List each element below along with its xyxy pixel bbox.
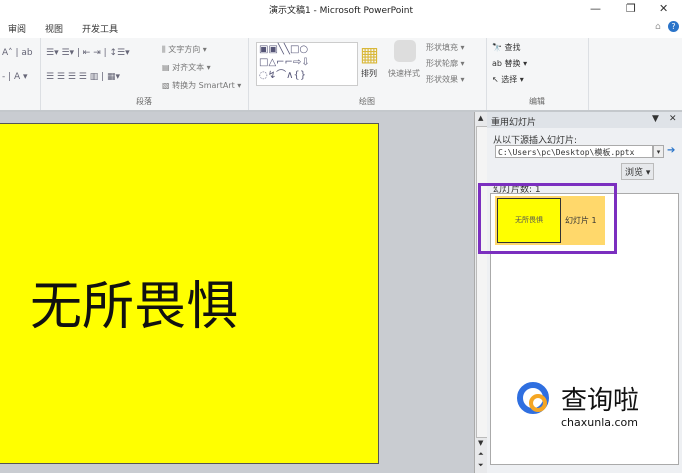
ribbon: A˄ | ab - | A ▾ ☰▾ ☰▾ | ⇤ ⇥ | ↕☰▾ ☰ ☰ ☰ … xyxy=(0,38,682,112)
font-color-icon[interactable]: - | A ▾ xyxy=(2,72,28,82)
browse-button[interactable]: 浏览 ▾ xyxy=(621,163,655,180)
bullets-icon[interactable]: ☰▾ ☰▾ | ⇤ ⇥ | ↕☰▾ xyxy=(46,48,130,58)
pane-close-icon[interactable]: ✕ xyxy=(669,114,677,124)
font-size-icon[interactable]: A˄ | ab xyxy=(2,48,33,58)
title-bar: 演示文稿1 - Microsoft PowerPoint — ❐ ✕ xyxy=(0,0,682,18)
minimize-button[interactable]: — xyxy=(590,2,601,15)
vertical-scrollbar[interactable]: ▲ ▼ ⏶ ⏷ xyxy=(474,112,488,473)
editing-group: 🔭 查找 ab 替换 ▾ ↖ 选择 ▾ 编辑 xyxy=(486,38,589,110)
pane-title: 重用幻灯片 xyxy=(491,118,537,128)
text-direction-button[interactable]: ⫼ 文字方向 ▾ xyxy=(162,44,207,55)
slide-title-text[interactable]: 无所畏惧 xyxy=(30,264,238,339)
tab-review[interactable]: 审阅 xyxy=(8,22,26,35)
help-icon[interactable]: ? xyxy=(668,21,679,32)
shape-effects-button[interactable]: 形状效果 ▾ xyxy=(426,74,465,85)
select-button[interactable]: ↖ 选择 ▾ xyxy=(492,74,524,85)
replace-button[interactable]: ab 替换 ▾ xyxy=(492,58,527,69)
watermark-name: 查询啦 xyxy=(561,386,640,416)
close-button[interactable]: ✕ xyxy=(659,2,668,15)
select-label: 选择 ▾ xyxy=(501,75,524,84)
drawing-group-label: 绘图 xyxy=(359,97,375,106)
shapes-gallery[interactable]: ▣▣╲╲□○ □△⌐⌐⇨⇩ ◌↯⌒∧{} xyxy=(256,42,358,86)
scroll-up-icon[interactable]: ▲ xyxy=(478,114,483,122)
source-path-input[interactable]: C:\Users\pc\Desktop\模板.pptx xyxy=(495,145,653,158)
smartart-button[interactable]: ▧ 转换为 SmartArt ▾ xyxy=(162,80,241,91)
go-arrow-icon[interactable]: ➔ xyxy=(667,145,675,156)
paragraph-group-label: 段落 xyxy=(136,97,152,106)
find-label: 查找 xyxy=(504,43,521,52)
scroll-down-icon[interactable]: ▼ xyxy=(478,439,483,447)
slide-canvas[interactable]: 无所畏惧 xyxy=(0,123,379,464)
cursor-icon: ↖ xyxy=(492,75,499,84)
watermark-domain: chaxunla.com xyxy=(561,416,638,429)
pane-options-icon[interactable]: ▼ xyxy=(652,114,659,124)
previous-slide-icon[interactable]: ⏶ xyxy=(478,450,484,459)
restore-button[interactable]: ❐ xyxy=(626,2,636,15)
tab-view[interactable]: 视图 xyxy=(45,22,63,35)
font-group-partial: A˄ | ab - | A ▾ xyxy=(0,38,41,110)
replace-label: 替换 ▾ xyxy=(504,59,528,68)
align-icons[interactable]: ☰ ☰ ☰ ☰ ▥ | ▦▾ xyxy=(46,72,120,82)
smartart-label: 转换为 SmartArt ▾ xyxy=(172,81,242,90)
find-icon: 🔭 xyxy=(492,43,502,52)
path-dropdown-icon[interactable]: ▾ xyxy=(653,145,664,158)
find-button[interactable]: 🔭 查找 xyxy=(492,42,521,53)
text-direction-label: 文字方向 ▾ xyxy=(168,45,207,54)
next-slide-icon[interactable]: ⏷ xyxy=(478,461,484,470)
align-text-button[interactable]: ▤ 对齐文本 ▾ xyxy=(162,62,211,73)
quick-styles-icon[interactable] xyxy=(394,40,416,62)
watermark-logo-icon xyxy=(517,382,549,414)
drawing-group: ▣▣╲╲□○ □△⌐⌐⇨⇩ ◌↯⌒∧{} ▦ 排列 快速样式 形状填充 ▾ 形状轮廓… xyxy=(248,38,487,110)
shape-outline-button[interactable]: 形状轮廓 ▾ xyxy=(426,58,465,69)
collapse-ribbon-icon[interactable]: ⌂ xyxy=(655,22,661,32)
replace-icon: ab xyxy=(492,59,502,68)
watermark-logo-inner xyxy=(529,394,547,412)
shape-fill-button[interactable]: 形状填充 ▾ xyxy=(426,42,465,53)
highlight-annotation-box xyxy=(478,183,617,254)
arrange-icon[interactable]: ▦ xyxy=(360,42,379,66)
tab-developer[interactable]: 开发工具 xyxy=(82,22,118,35)
window-title: 演示文稿1 - Microsoft PowerPoint xyxy=(268,6,414,16)
editing-group-label: 编辑 xyxy=(529,97,545,106)
paragraph-group: ☰▾ ☰▾ | ⇤ ⇥ | ↕☰▾ ☰ ☰ ☰ ☰ ▥ | ▦▾ ⫼ 文字方向 … xyxy=(40,38,249,110)
ribbon-tabs: 审阅 视图 开发工具 ⌂ ? xyxy=(0,18,682,39)
pane-header: 重用幻灯片 ▼ ✕ xyxy=(487,112,682,128)
reuse-slides-pane: 重用幻灯片 ▼ ✕ 从以下源插入幻灯片: C:\Users\pc\Desktop… xyxy=(487,112,682,473)
align-text-label: 对齐文本 ▾ xyxy=(172,63,211,72)
arrange-button[interactable]: 排列 xyxy=(361,68,377,79)
quick-styles-button[interactable]: 快速样式 xyxy=(388,68,420,79)
